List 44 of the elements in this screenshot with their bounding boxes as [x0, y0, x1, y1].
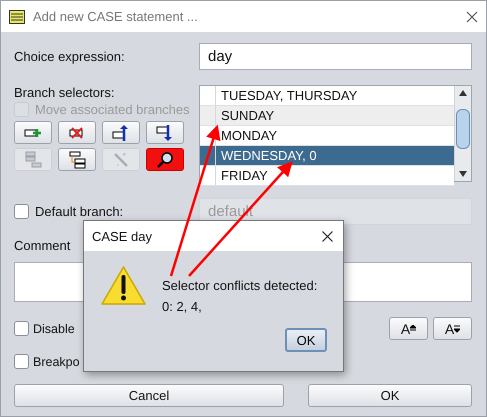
move-down-icon	[156, 124, 174, 142]
cancel-button[interactable]: Cancel	[14, 384, 284, 407]
list-item[interactable]: WEDNESDAY, 0	[200, 146, 454, 166]
toolbar-button[interactable]	[58, 121, 96, 144]
list-item[interactable]: SUNDAY	[200, 106, 454, 126]
close-icon[interactable]	[322, 230, 333, 242]
toolbar-button[interactable]	[102, 121, 140, 144]
dialog-title: CASE day	[92, 228, 152, 244]
message-text: 0: 2, 4,	[162, 299, 203, 314]
toolbar-button[interactable]	[58, 148, 96, 171]
window-title: Add new CASE statement ...	[33, 9, 199, 24]
warning-icon	[100, 265, 147, 306]
field-label: Comment	[14, 238, 72, 253]
list-item[interactable]: TUESDAY, THURSDAY	[200, 86, 454, 106]
field-label: Choice expression:	[14, 49, 126, 64]
list-item[interactable]: FRIDAY	[200, 166, 454, 186]
ok-button[interactable]: OK	[308, 384, 472, 407]
scrollbar[interactable]	[454, 86, 471, 181]
search-icon	[156, 150, 174, 168]
tree-icon	[24, 150, 42, 168]
checkbox-label: Breakpo	[33, 354, 80, 368]
app-icon	[9, 10, 25, 24]
checkbox-label: Move associated branches	[35, 102, 190, 116]
toolbar-button[interactable]	[146, 148, 184, 171]
ok-button[interactable]: OK	[285, 328, 327, 352]
font-size-button[interactable]: A	[389, 317, 428, 340]
magic-wand-icon	[112, 150, 130, 168]
font-size-button[interactable]: A	[433, 317, 472, 340]
arrow-up-icon	[410, 324, 416, 332]
arrow-down-icon	[454, 324, 460, 332]
tree-icon	[68, 150, 86, 168]
list-item[interactable]: MONDAY	[200, 126, 454, 146]
toolbar-button[interactable]	[14, 121, 52, 144]
checkbox[interactable]	[14, 354, 29, 369]
close-icon[interactable]	[466, 10, 478, 22]
toolbar-button[interactable]	[146, 121, 184, 144]
add-row-icon	[24, 126, 42, 138]
checkbox-label: Default branch:	[35, 204, 124, 219]
message-text: Selector conflicts detected:	[162, 278, 318, 293]
move-up-icon	[112, 124, 130, 142]
choice-expression-field[interactable]: day	[199, 43, 472, 70]
checkbox[interactable]	[14, 321, 29, 336]
section-label: Branch selectors:	[14, 85, 116, 100]
checkbox-label: Disable	[33, 322, 75, 336]
